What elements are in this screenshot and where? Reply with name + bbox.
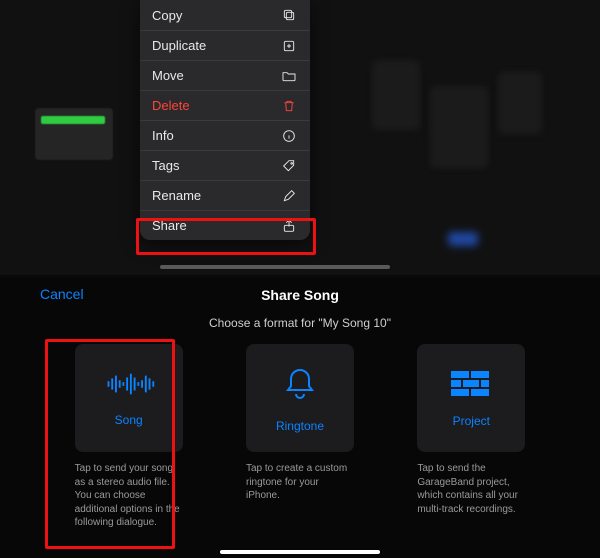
format-options: Song Tap to send your song as a stereo a… bbox=[0, 330, 600, 530]
option-project: Project Tap to send the GarageBand proje… bbox=[397, 344, 546, 530]
blurred-thumbnail bbox=[372, 60, 420, 130]
songs-grid-background: Copy Duplicate Move Delete bbox=[0, 0, 600, 275]
context-menu: Copy Duplicate Move Delete bbox=[140, 0, 310, 240]
pencil-icon bbox=[280, 187, 298, 205]
option-ringtone: Ringtone Tap to create a custom ringtone… bbox=[225, 344, 374, 530]
sheet-subtitle: Choose a format for "My Song 10" bbox=[0, 316, 600, 330]
menu-item-label: Copy bbox=[152, 8, 182, 23]
bricks-icon bbox=[449, 369, 493, 404]
option-song-tile[interactable]: Song bbox=[75, 344, 183, 452]
option-ringtone-tile[interactable]: Ringtone bbox=[246, 344, 354, 452]
blurred-thumbnail bbox=[448, 232, 478, 246]
menu-item-share[interactable]: Share bbox=[140, 210, 310, 240]
menu-item-label: Delete bbox=[152, 98, 190, 113]
info-icon bbox=[280, 127, 298, 145]
option-description: Tap to send your song as a stereo audio … bbox=[75, 462, 183, 530]
menu-item-rename[interactable]: Rename bbox=[140, 180, 310, 210]
menu-item-tags[interactable]: Tags bbox=[140, 150, 310, 180]
share-icon bbox=[280, 217, 298, 235]
sheet-header: Cancel Share Song bbox=[0, 278, 600, 312]
option-label: Ringtone bbox=[276, 419, 324, 433]
menu-item-info[interactable]: Info bbox=[140, 120, 310, 150]
sheet-title: Share Song bbox=[261, 287, 339, 303]
share-sheet: Cancel Share Song Choose a format for "M… bbox=[0, 278, 600, 558]
menu-item-label: Rename bbox=[152, 188, 201, 203]
menu-item-delete[interactable]: Delete bbox=[140, 90, 310, 120]
option-song: Song Tap to send your song as a stereo a… bbox=[54, 344, 203, 530]
tag-icon bbox=[280, 157, 298, 175]
option-label: Project bbox=[453, 414, 490, 428]
option-description: Tap to send the GarageBand project, whic… bbox=[417, 462, 525, 516]
menu-item-label: Tags bbox=[152, 158, 179, 173]
menu-item-label: Move bbox=[152, 68, 184, 83]
menu-item-duplicate[interactable]: Duplicate bbox=[140, 30, 310, 60]
duplicate-icon bbox=[280, 37, 298, 55]
option-label: Song bbox=[115, 413, 143, 427]
copy-icon bbox=[280, 6, 298, 24]
trash-icon bbox=[280, 97, 298, 115]
blurred-thumbnail bbox=[430, 86, 488, 168]
option-project-tile[interactable]: Project bbox=[417, 344, 525, 452]
waveform-icon bbox=[101, 370, 157, 403]
menu-item-label: Info bbox=[152, 128, 174, 143]
home-indicator[interactable] bbox=[220, 550, 380, 554]
cancel-button[interactable]: Cancel bbox=[40, 286, 84, 302]
bell-icon bbox=[280, 364, 320, 409]
menu-item-label: Duplicate bbox=[152, 38, 206, 53]
menu-item-move[interactable]: Move bbox=[140, 60, 310, 90]
song-thumbnail[interactable] bbox=[35, 108, 113, 160]
menu-item-label: Share bbox=[152, 218, 187, 233]
folder-icon bbox=[280, 67, 298, 85]
blurred-thumbnail bbox=[498, 72, 542, 134]
scroll-indicator bbox=[160, 265, 390, 269]
menu-item-copy[interactable]: Copy bbox=[140, 0, 310, 30]
option-description: Tap to create a custom ringtone for your… bbox=[246, 462, 354, 503]
